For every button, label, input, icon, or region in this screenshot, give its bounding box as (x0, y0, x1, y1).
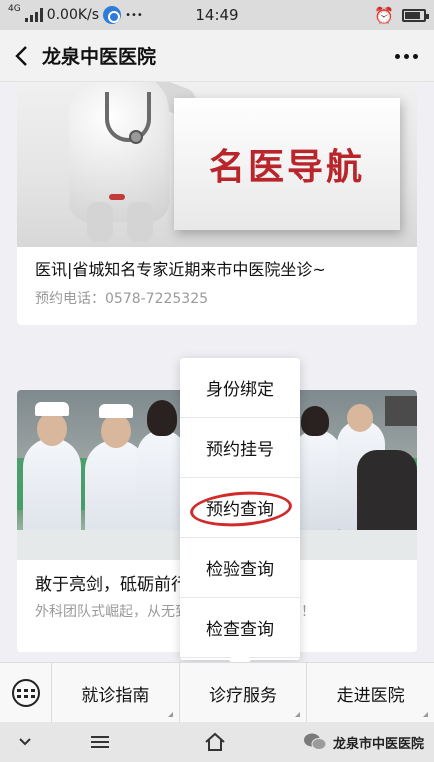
article-subtitle: 预约电话：0578-7225325 (35, 291, 209, 307)
back-button[interactable] (0, 30, 42, 82)
submenu-item-lab-test-query[interactable]: 检验查询 (180, 538, 300, 598)
board-text: 名医导航 (208, 147, 365, 188)
person-head (301, 406, 329, 436)
figure-leg (87, 202, 113, 242)
bottom-menu-bar: 就诊指南 诊疗服务 走进医院 (0, 662, 434, 723)
pen-icon (109, 194, 125, 200)
stethoscope-icon (105, 92, 151, 142)
article-cover-image: 名医导航 (17, 82, 417, 247)
air-conditioner (385, 396, 417, 426)
person-head (147, 400, 177, 436)
keyboard-toggle-button[interactable] (0, 663, 52, 723)
menu-item-about-hospital[interactable]: 走进医院 (307, 663, 434, 723)
nurse-cap (99, 404, 133, 418)
submenu-item-label: 检查查询 (206, 620, 274, 640)
submenu-item-label: 预约查询 (206, 500, 274, 520)
person-head (101, 414, 131, 448)
dot-icon (403, 53, 409, 59)
system-menu-button[interactable] (50, 722, 150, 762)
nurse-cap (35, 402, 69, 416)
menu-item-visit-guide[interactable]: 就诊指南 (52, 663, 180, 723)
submenu-popup: 身份绑定 预约挂号 预约查询 检验查询 检查查询 (180, 358, 300, 672)
menu-item-label: 就诊指南 (81, 685, 150, 706)
submenu-indicator-icon (295, 712, 301, 717)
keyboard-icon (11, 679, 40, 707)
figure-leg (127, 202, 153, 242)
submenu-indicator-icon (167, 712, 173, 717)
person-head (347, 404, 373, 432)
submenu-item-label: 预约挂号 (206, 440, 274, 460)
chevron-down-icon (19, 738, 31, 746)
menu-item-label: 走进医院 (336, 685, 405, 706)
submenu-item-label: 检验查询 (206, 560, 274, 580)
system-back-button[interactable] (0, 722, 50, 762)
battery-icon (402, 8, 429, 22)
submenu-item-identity-binding[interactable]: 身份绑定 (180, 358, 300, 418)
nav-bar: 龙泉中医医院 (0, 30, 434, 82)
submenu-item-label: 身份绑定 (206, 380, 274, 400)
submenu-indicator-icon (423, 712, 429, 717)
dot-icon (394, 53, 400, 59)
status-bar: 4G 0.00K/s ••• 14:49 ⏰ (0, 0, 434, 30)
system-home-button[interactable] (150, 722, 280, 762)
article-title: 医讯|省城知名专家近期来市中医院坐诊~ (35, 260, 326, 279)
dot-icon (412, 53, 418, 59)
chevron-left-icon (15, 45, 27, 66)
account-watermark: 龙泉市中医医院 (303, 722, 424, 762)
submenu-item-appointment-booking[interactable]: 预约挂号 (180, 418, 300, 478)
sign-board: 名医导航 (174, 98, 400, 230)
article-card[interactable]: 名医导航 医讯|省城知名专家近期来市中医院坐诊~ 预约电话：0578-72253… (17, 82, 417, 325)
menu-item-label: 诊疗服务 (209, 685, 277, 706)
home-icon (205, 732, 225, 751)
submenu-item-appointment-query[interactable]: 预约查询 (180, 478, 300, 538)
system-nav-bar: 龙泉市中医医院 (0, 722, 434, 762)
wechat-icon (303, 733, 327, 750)
status-time: 14:49 (195, 6, 239, 24)
menu-icon (91, 736, 109, 748)
page-title: 龙泉中医医院 (42, 46, 157, 68)
more-options-button[interactable] (390, 42, 422, 70)
menu-item-medical-services[interactable]: 诊疗服务 (180, 663, 308, 723)
watermark-text: 龙泉市中医医院 (332, 736, 424, 752)
stethoscope-bell (129, 130, 143, 144)
person-head (37, 412, 67, 446)
